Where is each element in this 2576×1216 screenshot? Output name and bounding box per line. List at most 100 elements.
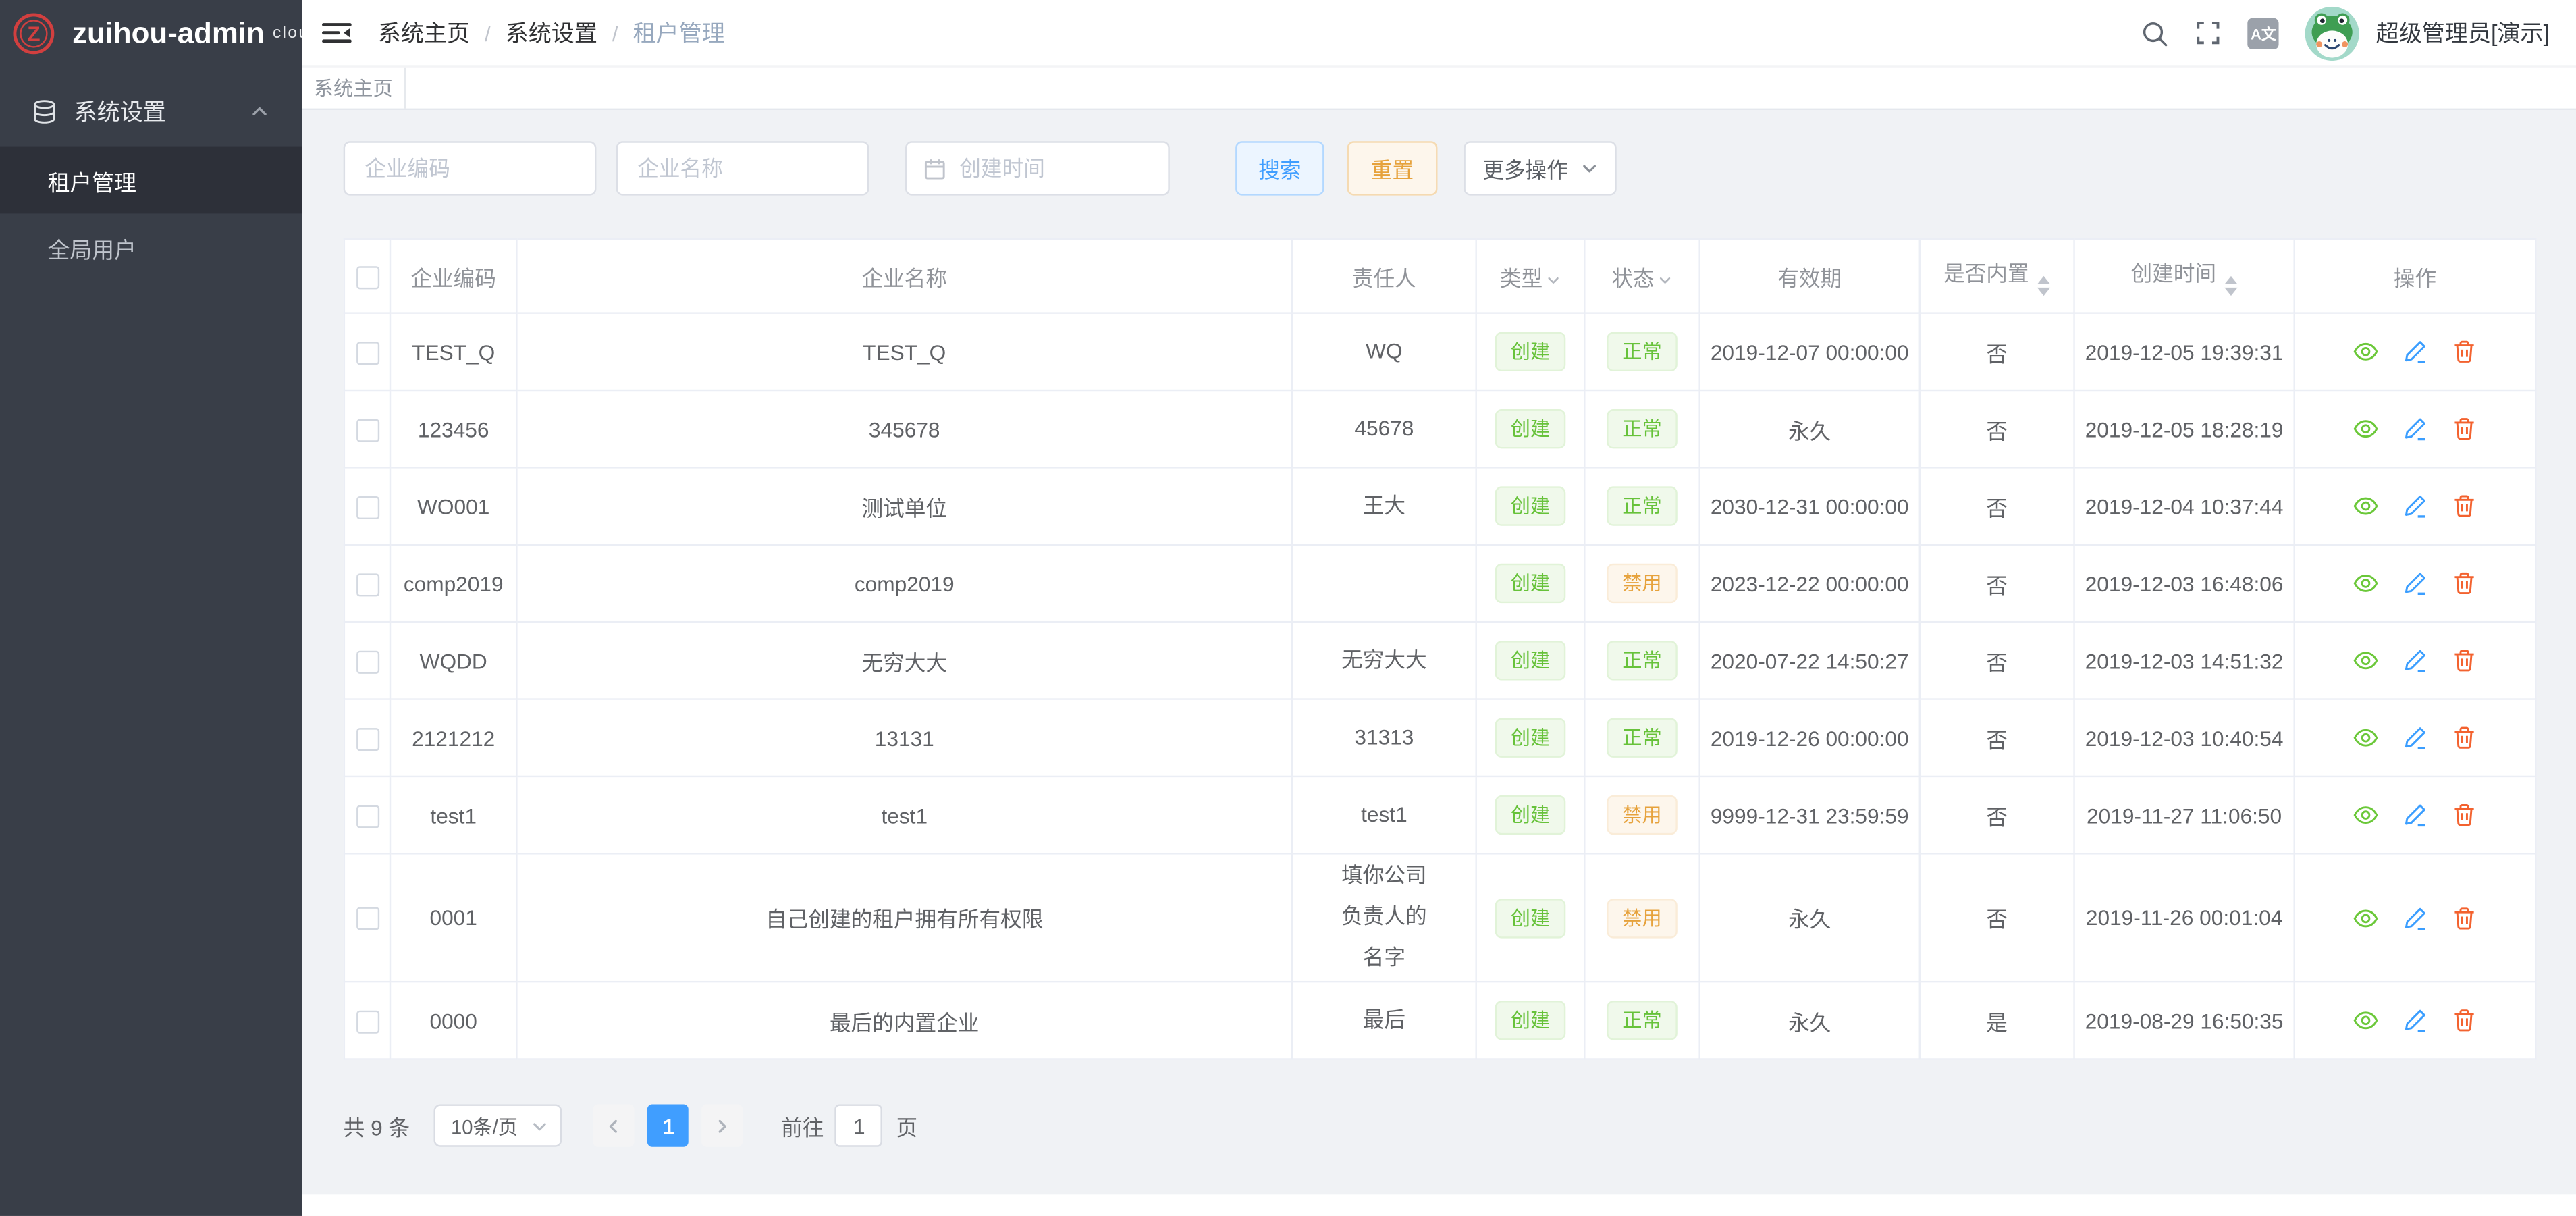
sidebar-item-tenant-management[interactable]: 租户管理: [0, 147, 302, 214]
row-checkbox[interactable]: [356, 805, 379, 828]
row-checkbox[interactable]: [356, 907, 379, 930]
goto-label: 前往: [781, 1110, 824, 1141]
company-name-input[interactable]: [616, 141, 869, 195]
delete-icon[interactable]: [2451, 339, 2477, 365]
cell-created: 2019-08-29 16:50:35: [2074, 982, 2295, 1059]
breadcrumb-system-settings[interactable]: 系统设置: [506, 16, 597, 49]
edit-icon[interactable]: [2402, 905, 2428, 931]
edit-icon[interactable]: [2402, 571, 2428, 597]
breadcrumb-home[interactable]: 系统主页: [378, 16, 470, 49]
cell-created: 2019-12-04 10:37:44: [2074, 467, 2295, 544]
edit-icon[interactable]: [2402, 1008, 2428, 1034]
status-tag: 正常: [1607, 641, 1676, 680]
sidebar-item-global-users[interactable]: 全局用户: [0, 213, 302, 281]
breadcrumb-separator: /: [485, 20, 491, 45]
delete-icon[interactable]: [2451, 725, 2477, 751]
cell-created: 2019-12-05 18:28:19: [2074, 390, 2295, 467]
page-content: 搜索 重置 更多操作: [302, 110, 2576, 1194]
col-status[interactable]: 状态: [1584, 239, 1699, 313]
cell-builtin: 否: [1920, 853, 2074, 982]
delete-icon[interactable]: [2451, 1008, 2477, 1034]
edit-icon[interactable]: [2402, 339, 2428, 365]
view-icon[interactable]: [2353, 905, 2379, 931]
view-icon[interactable]: [2353, 494, 2379, 520]
cell-code: 2121212: [390, 699, 516, 776]
col-type[interactable]: 类型: [1476, 239, 1585, 313]
fullscreen-icon[interactable]: [2195, 20, 2222, 46]
row-checkbox[interactable]: [356, 650, 379, 673]
next-page-button[interactable]: [702, 1104, 743, 1146]
view-icon[interactable]: [2353, 648, 2379, 675]
search-icon[interactable]: [2141, 19, 2169, 47]
select-all-checkbox[interactable]: [356, 266, 379, 289]
view-icon[interactable]: [2353, 1008, 2379, 1034]
row-checkbox[interactable]: [356, 573, 379, 596]
cell-validity: 永久: [1700, 390, 1920, 467]
cell-validity: 2023-12-22 00:00:00: [1700, 545, 1920, 622]
cell-validity: 永久: [1700, 982, 1920, 1059]
cell-actions: [2295, 545, 2536, 622]
cell-owner: 王大: [1292, 467, 1476, 544]
avatar[interactable]: [2305, 6, 2359, 60]
delete-icon[interactable]: [2451, 648, 2477, 675]
status-tag: 正常: [1607, 486, 1676, 525]
edit-icon[interactable]: [2402, 416, 2428, 442]
view-icon[interactable]: [2353, 725, 2379, 751]
type-tag: 创建: [1496, 1001, 1565, 1040]
row-checkbox[interactable]: [356, 419, 379, 442]
cell-owner: WQ: [1292, 313, 1476, 390]
search-button[interactable]: 搜索: [1235, 141, 1324, 195]
delete-icon[interactable]: [2451, 905, 2477, 931]
cell-builtin: 否: [1920, 622, 2074, 699]
company-code-input[interactable]: [344, 141, 597, 195]
view-icon[interactable]: [2353, 571, 2379, 597]
more-actions-button[interactable]: 更多操作: [1464, 141, 1616, 195]
sidebar-menu: 系统设置 租户管理 全局用户: [0, 77, 302, 281]
delete-icon[interactable]: [2451, 571, 2477, 597]
view-icon[interactable]: [2353, 802, 2379, 828]
sort-icon[interactable]: [2224, 276, 2237, 296]
sort-icon[interactable]: [2037, 276, 2050, 296]
table-row: 123456 345678 45678 创建 正常 永久 否 2019-12-0…: [344, 390, 2536, 467]
edit-icon[interactable]: [2402, 802, 2428, 828]
row-checkbox[interactable]: [356, 728, 379, 751]
more-actions-label: 更多操作: [1482, 153, 1568, 184]
cell-name: 测试单位: [516, 467, 1292, 544]
edit-icon[interactable]: [2402, 725, 2428, 751]
col-builtin[interactable]: 是否内置: [1920, 239, 2074, 313]
user-name[interactable]: 超级管理员[演示]: [2376, 16, 2550, 49]
view-icon[interactable]: [2353, 339, 2379, 365]
status-tag: 禁用: [1607, 898, 1676, 937]
reset-button[interactable]: 重置: [1347, 141, 1438, 195]
col-created-time[interactable]: 创建时间: [2074, 239, 2295, 313]
database-icon: [31, 99, 57, 125]
tab-system-home[interactable]: 系统主页: [302, 68, 406, 109]
goto-page-input[interactable]: [835, 1104, 883, 1146]
delete-icon[interactable]: [2451, 802, 2477, 828]
table-row: 0000 最后的内置企业 最后 创建 正常 永久 是 2019-08-29 16…: [344, 982, 2536, 1059]
page-size-select[interactable]: 10条/页: [435, 1104, 563, 1146]
edit-icon[interactable]: [2402, 648, 2428, 675]
type-tag: 创建: [1496, 564, 1565, 603]
page-number-current[interactable]: 1: [648, 1104, 689, 1146]
delete-icon[interactable]: [2451, 416, 2477, 442]
row-checkbox[interactable]: [356, 342, 379, 365]
breadcrumb: 系统主页 / 系统设置 / 租户管理: [378, 16, 725, 49]
edit-icon[interactable]: [2402, 494, 2428, 520]
created-time-picker[interactable]: [905, 141, 1170, 195]
language-icon[interactable]: A文: [2248, 18, 2279, 49]
row-checkbox[interactable]: [356, 1010, 379, 1033]
cell-builtin: 否: [1920, 545, 2074, 622]
table-row: test1 test1 test1 创建 禁用 9999-12-31 23:59…: [344, 776, 2536, 853]
view-icon[interactable]: [2353, 416, 2379, 442]
cell-code: TEST_Q: [390, 313, 516, 390]
delete-icon[interactable]: [2451, 494, 2477, 520]
sidebar-collapse-icon[interactable]: [322, 22, 352, 45]
sidebar-section-system-settings[interactable]: 系统设置: [0, 77, 302, 146]
cell-actions: [2295, 467, 2536, 544]
prev-page-button[interactable]: [594, 1104, 635, 1146]
created-time-input[interactable]: [959, 156, 1152, 181]
filter-caret-icon: [1658, 272, 1673, 287]
cell-code: 0000: [390, 982, 516, 1059]
row-checkbox[interactable]: [356, 496, 379, 519]
